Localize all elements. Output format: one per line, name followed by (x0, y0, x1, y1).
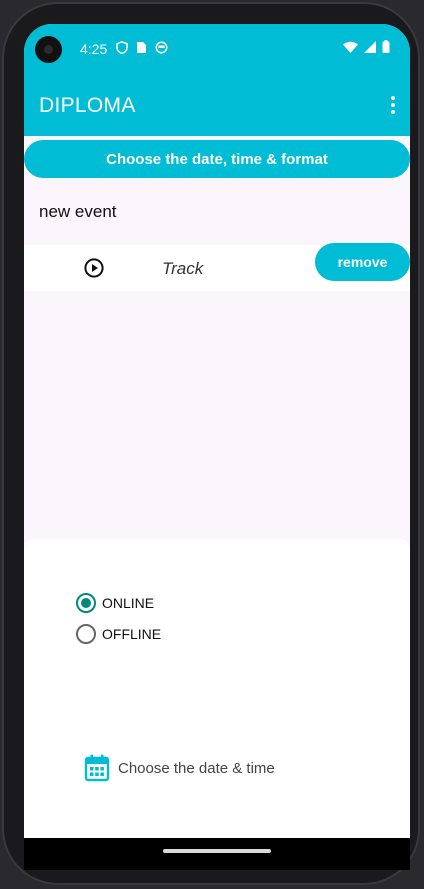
app-bar: DIPLOMA (24, 74, 410, 136)
phone-frame: 4:25 DIPLOMA Choose the date, time & for… (2, 2, 420, 885)
shield-icon (116, 41, 128, 54)
sim-card-icon (137, 42, 146, 53)
status-bar: 4:25 (24, 24, 410, 74)
radio-online[interactable] (76, 593, 96, 613)
format-bottom-sheet: ONLINE OFFLINE Choose the date & time (24, 539, 410, 870)
radio-option-offline[interactable]: OFFLINE (76, 624, 161, 644)
choose-date-time-row[interactable]: Choose the date & time (84, 754, 275, 782)
play-circle-icon[interactable] (84, 258, 104, 278)
choose-date-time-label: Choose the date & time (118, 759, 275, 777)
home-indicator[interactable] (163, 849, 271, 853)
radio-offline[interactable] (76, 624, 96, 644)
signal-icon (364, 40, 376, 53)
radio-offline-label: OFFLINE (102, 626, 162, 642)
battery-icon (382, 40, 390, 53)
system-nav-bar (24, 838, 410, 870)
app-screen: 4:25 DIPLOMA Choose the date, time & for… (24, 24, 410, 870)
calendar-icon[interactable] (84, 754, 110, 782)
track-label: Track (162, 259, 204, 278)
status-system-icons (343, 40, 390, 53)
radio-option-online[interactable]: ONLINE (76, 593, 154, 613)
more-vert-icon[interactable] (390, 96, 396, 114)
face-icon (155, 41, 168, 54)
radio-online-label: ONLINE (102, 595, 155, 611)
event-name[interactable]: new event (39, 202, 117, 222)
wifi-icon (343, 41, 358, 53)
remove-button[interactable]: remove (315, 243, 410, 281)
app-title: DIPLOMA (39, 94, 136, 117)
status-notification-icons (116, 41, 168, 54)
front-camera (35, 36, 62, 63)
status-time: 4:25 (80, 41, 108, 57)
choose-date-time-format-button[interactable]: Choose the date, time & format (24, 140, 410, 178)
